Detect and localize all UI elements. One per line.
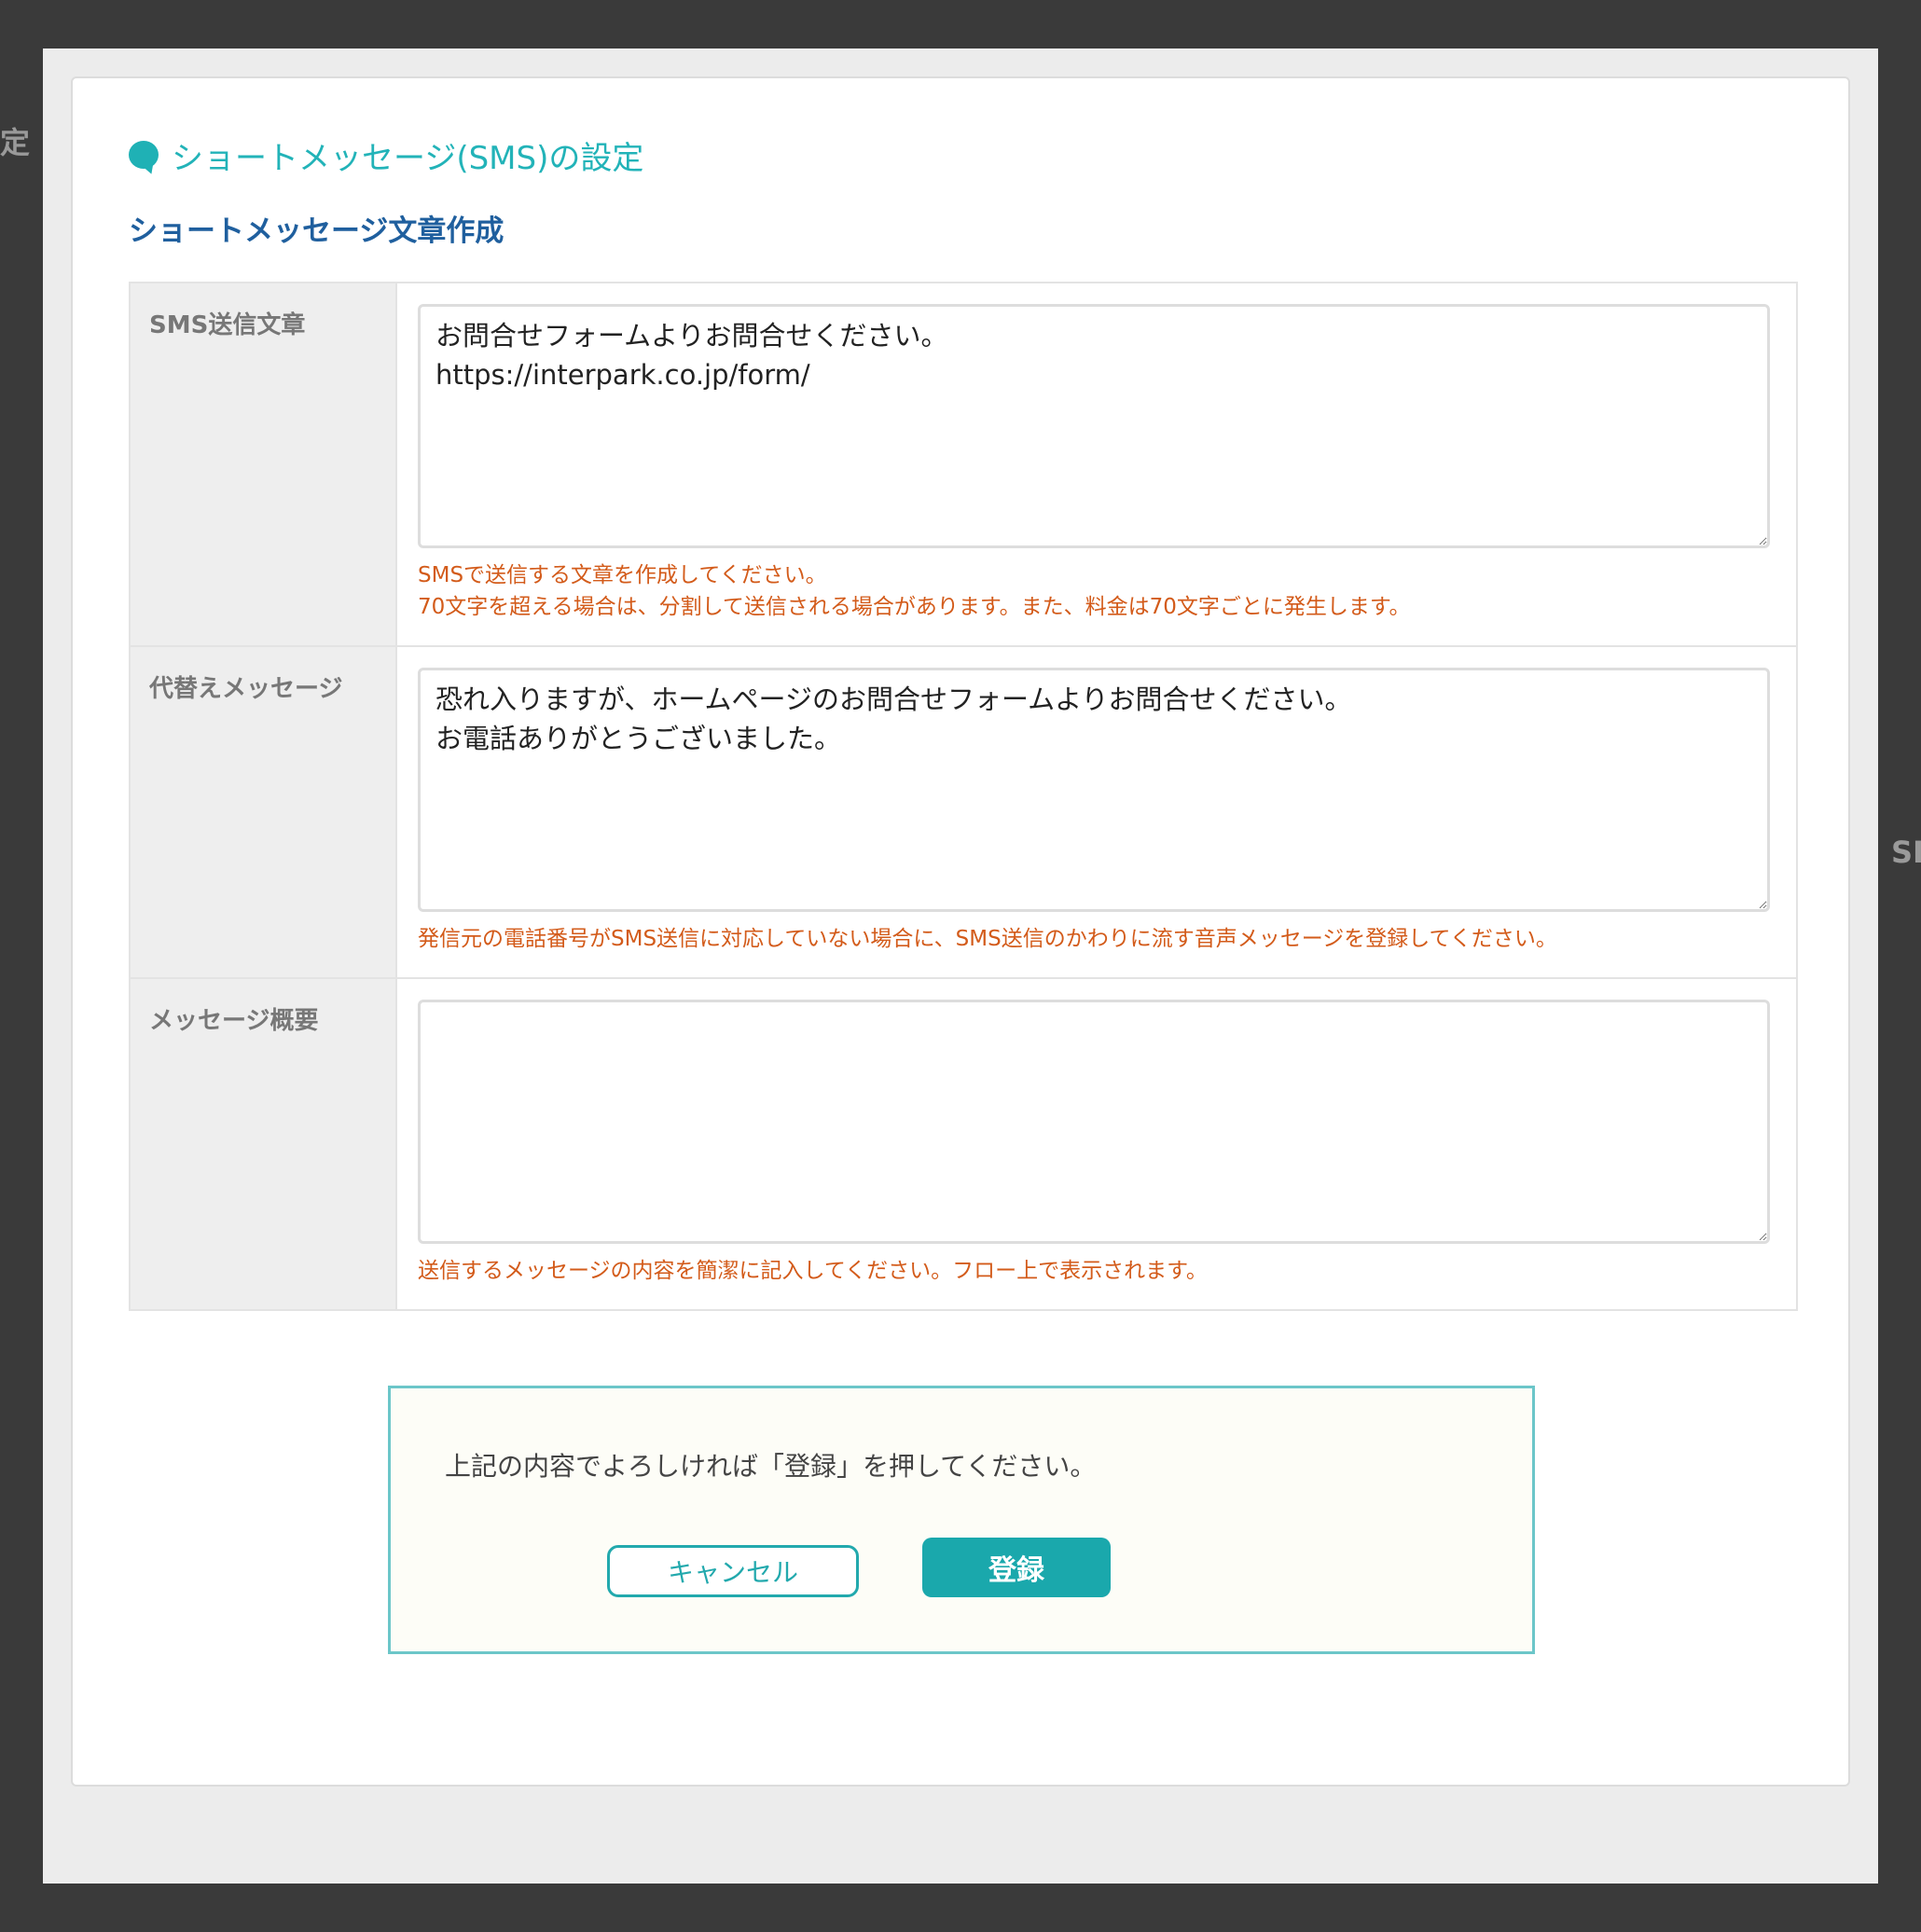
alternate-message-input[interactable] bbox=[418, 668, 1770, 912]
hint-text: 発信元の電話番号がSMS送信に対応していない場合に、SMS送信のかわりに流す音声… bbox=[418, 927, 1557, 951]
cancel-button[interactable]: キャンセル bbox=[607, 1545, 859, 1597]
speech-bubble-icon bbox=[129, 140, 159, 176]
modal-dialog: ショートメッセージ(SMS)の設定 ショートメッセージ文章作成 SMS送信文章 … bbox=[71, 76, 1850, 1787]
background-peek-left: 定 bbox=[0, 125, 31, 160]
form-label: 代替えメッセージ bbox=[131, 647, 397, 977]
modal-overlay: ショートメッセージ(SMS)の設定 ショートメッセージ文章作成 SMS送信文章 … bbox=[43, 48, 1878, 1884]
sms-text-input[interactable] bbox=[418, 304, 1770, 548]
form-field: SMSで送信する文章を作成してください。 70文字を超える場合は、分割して送信さ… bbox=[397, 283, 1796, 645]
modal-title: ショートメッセージ(SMS)の設定 bbox=[172, 140, 644, 177]
message-summary-input[interactable] bbox=[418, 1000, 1770, 1244]
sms-form: SMS送信文章 SMSで送信する文章を作成してください。 70文字を超える場合は… bbox=[129, 282, 1798, 1311]
hint-text: SMSで送信する文章を作成してください。 bbox=[418, 563, 827, 587]
section-title: ショートメッセージ文章作成 bbox=[129, 214, 504, 248]
form-row-sms-text: SMS送信文章 SMSで送信する文章を作成してください。 70文字を超える場合は… bbox=[131, 283, 1796, 647]
form-field: 送信するメッセージの内容を簡潔に記入してください。フロー上で表示されます。 bbox=[397, 979, 1796, 1309]
register-button[interactable]: 登録 bbox=[922, 1538, 1111, 1597]
hint-text: 70文字を超える場合は、分割して送信される場合があります。また、料金は70文字ご… bbox=[418, 595, 1411, 619]
form-row-alternate-message: 代替えメッセージ 発信元の電話番号がSMS送信に対応していない場合に、SMS送信… bbox=[131, 647, 1796, 979]
background-peek-right: SI bbox=[1891, 835, 1921, 870]
form-field: 発信元の電話番号がSMS送信に対応していない場合に、SMS送信のかわりに流す音声… bbox=[397, 647, 1796, 977]
modal-header: ショートメッセージ(SMS)の設定 bbox=[129, 132, 643, 178]
hint-text: 送信するメッセージの内容を簡潔に記入してください。フロー上で表示されます。 bbox=[418, 1259, 1208, 1283]
form-label: メッセージ概要 bbox=[131, 979, 397, 1309]
confirm-text: 上記の内容でよろしければ「登録」を押してください。 bbox=[445, 1451, 1097, 1482]
form-label: SMS送信文章 bbox=[131, 283, 397, 645]
form-row-message-summary: メッセージ概要 送信するメッセージの内容を簡潔に記入してください。フロー上で表示… bbox=[131, 979, 1796, 1309]
confirm-panel: 上記の内容でよろしければ「登録」を押してください。 キャンセル 登録 bbox=[388, 1386, 1535, 1654]
